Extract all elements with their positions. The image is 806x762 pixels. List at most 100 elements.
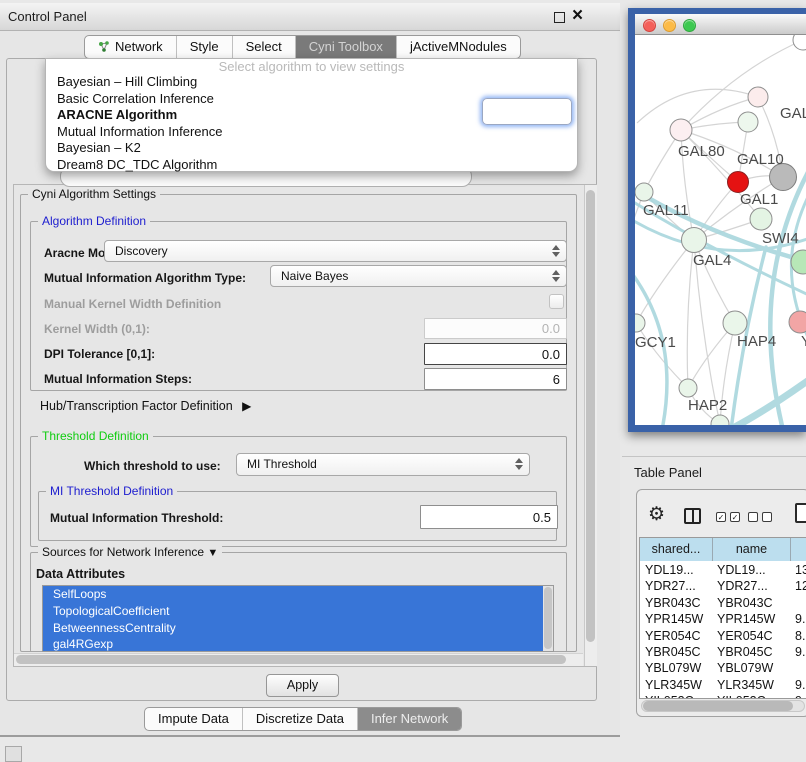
table-row[interactable]: YBR045C YBR045C 9. — [640, 644, 806, 660]
table-row[interactable]: YIL052C YIL052C 9 — [640, 693, 806, 698]
table-settings-gear-icon[interactable]: ⚙ — [648, 504, 665, 526]
control-panel-titlebar[interactable] — [0, 3, 620, 31]
vertical-scrollbar-thumb[interactable] — [586, 190, 595, 642]
node-hap2[interactable] — [679, 379, 697, 397]
control-panel-title: Control Panel — [8, 3, 87, 31]
cell: 9. — [795, 611, 805, 627]
network-tab-icon — [98, 41, 110, 53]
node-gal80[interactable] — [670, 119, 692, 141]
bottom-tabbar: Impute Data Discretize Data Infer Networ… — [144, 707, 462, 731]
minimize-window-button[interactable] — [663, 19, 676, 32]
node-label: GAL — [780, 105, 806, 122]
cell: 9 — [795, 693, 802, 698]
algorithm-option[interactable]: Mutual Information Inference — [46, 124, 577, 141]
which-threshold-label: Which threshold to use: — [84, 459, 221, 473]
node-red-selected[interactable] — [728, 172, 749, 193]
algorithm-definition-title: Algorithm Definition — [38, 214, 150, 228]
node-gal4[interactable] — [682, 228, 707, 253]
node-bottom[interactable] — [711, 415, 729, 425]
expand-right-icon[interactable]: ▶ — [242, 399, 251, 413]
collapse-down-icon[interactable]: ▼ — [207, 547, 218, 559]
apply-button[interactable]: Apply — [266, 674, 339, 697]
table-row[interactable]: YBL079W YBL079W — [640, 660, 806, 676]
focused-combo-fragment[interactable] — [482, 98, 572, 125]
node-pink-upper[interactable] — [748, 87, 768, 107]
tab-style[interactable]: Style — [176, 36, 232, 58]
which-threshold-select[interactable]: MI Threshold — [236, 453, 530, 476]
node-salmon[interactable] — [789, 311, 806, 333]
node-gal1[interactable] — [750, 208, 772, 230]
cell: YDL19... — [717, 562, 766, 578]
horizontal-scrollbar-thumb[interactable] — [16, 655, 566, 664]
select-all-checks-icon[interactable]: ✓ — [730, 512, 740, 522]
tab-infer-network[interactable]: Infer Network — [357, 708, 461, 730]
hub-definition-expander[interactable]: Hub/Transcription Factor Definition ▶ — [40, 399, 251, 413]
tab-discretize-data[interactable]: Discretize Data — [242, 708, 357, 730]
node-gal10[interactable] — [738, 112, 758, 132]
table-row[interactable]: YER054C YER054C 8. — [640, 628, 806, 644]
cell: YIL052C — [645, 693, 694, 698]
attributes-list-scrollbar-thumb[interactable] — [544, 587, 552, 649]
window-grip-icon[interactable] — [5, 746, 22, 762]
cell: YBR043C — [645, 595, 701, 611]
table-row[interactable]: YDR27... YDR27... 12 — [640, 578, 806, 594]
float-panel-button[interactable] — [554, 12, 565, 23]
tab-select[interactable]: Select — [232, 36, 295, 58]
network-canvas[interactable]: GAL GAL80 GAL10 GAL1 GAL11 SWI4 GAL4 GCY… — [635, 35, 806, 425]
aracne-mode-value: Discovery — [115, 241, 168, 261]
tab-jactivemnodules[interactable]: jActiveMNodules — [396, 36, 520, 58]
close-panel-icon[interactable]: × — [572, 4, 583, 28]
cell: YLR345W — [717, 677, 774, 693]
list-item[interactable]: BetweennessCentrality — [43, 620, 553, 637]
list-item[interactable]: SelfLoops — [43, 586, 553, 603]
node-gcy1[interactable] — [635, 314, 645, 332]
sources-title-row[interactable]: Sources for Network Inference ▼ — [38, 545, 222, 559]
mi-threshold-input[interactable] — [420, 505, 558, 529]
mi-threshold-definition-title: MI Threshold Definition — [46, 484, 177, 498]
manual-kernel-width-checkbox[interactable] — [549, 294, 564, 309]
node-label: GAL4 — [693, 252, 731, 269]
mi-algorithm-type-select[interactable]: Naive Bayes — [270, 265, 567, 287]
tab-impute-data[interactable]: Impute Data — [145, 708, 242, 730]
table-row[interactable]: YPR145W YPR145W 9. — [640, 611, 806, 627]
cell: YBR045C — [645, 644, 701, 660]
close-window-button[interactable] — [643, 19, 656, 32]
table-row[interactable]: YDL19... YDL19... 13 — [640, 562, 806, 578]
algorithm-option[interactable]: Dream8 DC_TDC Algorithm — [46, 157, 577, 174]
table-row[interactable]: YLR345W YLR345W 9. — [640, 677, 806, 693]
zoom-window-button[interactable] — [683, 19, 696, 32]
new-table-icon[interactable] — [795, 503, 806, 523]
cell: YDR27... — [717, 578, 768, 594]
list-item[interactable]: TopologicalCoefficient — [43, 603, 553, 620]
table-row[interactable]: YBR043C YBR043C — [640, 595, 806, 611]
column-header-name[interactable]: name — [713, 538, 791, 561]
dpi-tolerance-input[interactable] — [424, 343, 567, 365]
column-header-extra[interactable] — [791, 538, 806, 561]
algorithm-option[interactable]: Bayesian – Hill Climbing — [46, 74, 577, 91]
cell: YLR345W — [645, 677, 702, 693]
kernel-width-input[interactable] — [424, 318, 567, 339]
table-scrollbar-thumb[interactable] — [643, 701, 793, 711]
algorithm-option[interactable]: Bayesian – K2 — [46, 140, 577, 157]
select-all-checks-icon[interactable]: ✓ — [716, 512, 726, 522]
node-label: HAP2 — [688, 397, 727, 414]
kernel-width-label: Kernel Width (0,1): — [44, 322, 150, 336]
data-attributes-list[interactable]: SelfLoops TopologicalCoefficient Between… — [42, 585, 554, 652]
node-label: GAL1 — [740, 191, 778, 208]
tab-network[interactable]: Network — [85, 36, 176, 58]
control-panel-tabbar: Network Style Select Cyni Toolbox jActiv… — [84, 35, 521, 59]
clear-checks-icon[interactable] — [762, 512, 772, 522]
list-item[interactable]: gal4RGexp — [43, 636, 553, 652]
network-window-titlebar[interactable] — [635, 14, 806, 35]
node-hap4[interactable] — [723, 311, 747, 335]
cell: 12 — [795, 578, 806, 594]
column-header-shared-name[interactable]: shared... — [640, 538, 713, 561]
mi-steps-input[interactable] — [424, 368, 567, 390]
clear-checks-icon[interactable] — [748, 512, 758, 522]
tab-jactivemnodules-label: jActiveMNodules — [410, 36, 507, 58]
node-gal11[interactable] — [635, 183, 653, 201]
tab-cyni-toolbox[interactable]: Cyni Toolbox — [295, 36, 396, 58]
aracne-mode-select[interactable]: Discovery — [104, 240, 567, 262]
node-top-white[interactable] — [793, 35, 806, 50]
cell: 9. — [795, 644, 805, 660]
